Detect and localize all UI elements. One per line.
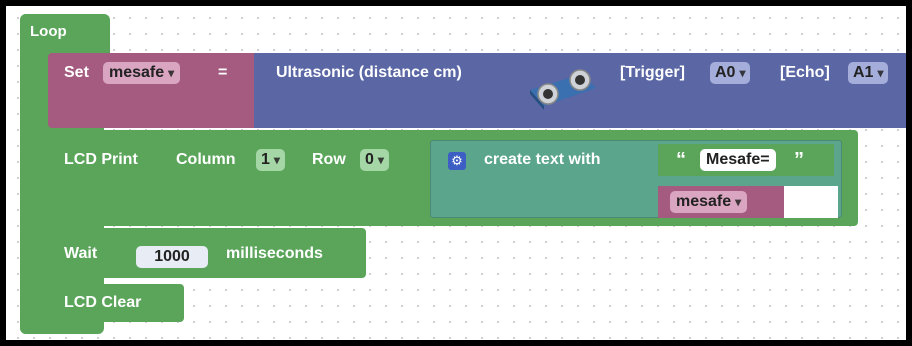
row-dropdown[interactable]: 0 <box>360 149 389 171</box>
set-equals-label: = <box>218 64 228 81</box>
quote-close-label: ” <box>794 149 804 171</box>
variable-dropdown[interactable]: mesafe <box>670 191 748 213</box>
set-label: Set <box>64 64 89 81</box>
create-text-label: create text with <box>484 151 601 168</box>
row-label: Row <box>312 151 346 168</box>
echo-pin-dropdown[interactable]: A1 <box>848 62 889 84</box>
lcd-print-label: LCD Print <box>64 151 138 168</box>
echo-label: [Echo] <box>780 64 830 81</box>
ultrasonic-sensor-icon <box>522 60 602 112</box>
quote-open-label: “ <box>676 149 686 171</box>
column-label: Column <box>176 151 236 168</box>
gear-icon[interactable]: ⚙ <box>448 152 466 170</box>
lcd-clear-label: LCD Clear <box>64 294 142 311</box>
workspace-canvas[interactable]: Loop Set mesafe = Ultrasonic (distance c… <box>6 6 906 340</box>
wait-label: Wait <box>64 245 98 262</box>
loop-label: Loop <box>30 23 67 40</box>
wait-unit-label: milliseconds <box>226 245 323 262</box>
text-value-field[interactable]: Mesafe= <box>700 149 776 171</box>
trigger-pin-dropdown[interactable]: A0 <box>710 62 751 84</box>
set-variable-dropdown[interactable]: mesafe <box>103 62 181 84</box>
trigger-label: [Trigger] <box>620 64 685 81</box>
wait-value-input[interactable]: 1000 <box>136 246 208 268</box>
column-dropdown[interactable]: 1 <box>256 149 285 171</box>
ultrasonic-label: Ultrasonic (distance cm) <box>276 64 462 81</box>
